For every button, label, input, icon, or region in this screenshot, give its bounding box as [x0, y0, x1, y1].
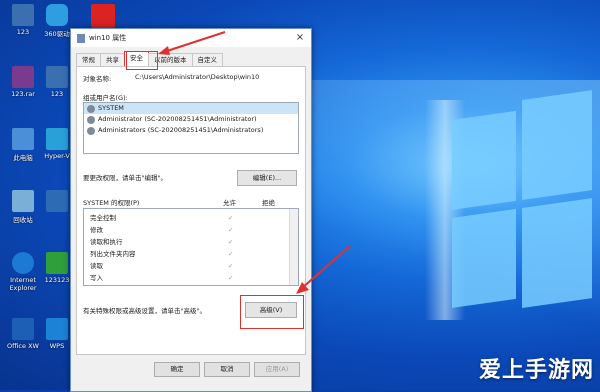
tab-sharing[interactable]: 共享 — [100, 53, 125, 66]
app-icon — [91, 4, 115, 28]
user-item-administrator[interactable]: Administrator (SC-202008251451\Administr… — [84, 114, 298, 125]
ok-button[interactable]: 确定 — [154, 362, 200, 377]
apply-button[interactable]: 应用(A) — [254, 362, 300, 377]
permissions-header: SYSTEM 的权限(P) — [83, 199, 140, 207]
close-button[interactable]: × — [289, 29, 311, 47]
user-group-icon — [87, 104, 95, 113]
folder-icon — [77, 33, 85, 43]
cancel-button[interactable]: 取消 — [204, 362, 250, 377]
perm-row: 读取和执行 ✓ — [90, 238, 234, 246]
watermark: 爱上手游网 — [478, 358, 594, 383]
check-icon: ✓ — [228, 262, 234, 270]
check-icon: ✓ — [228, 274, 234, 282]
perm-row: 完全控制 ✓ — [90, 214, 234, 222]
perm-row: 列出文件夹内容 ✓ — [90, 250, 234, 258]
perm-row: 写入 ✓ — [90, 274, 234, 282]
user-icon — [87, 115, 95, 124]
tab-general[interactable]: 常规 — [76, 53, 101, 66]
perm-row: 读取 ✓ — [90, 262, 234, 270]
app-icon — [46, 4, 68, 26]
object-name-value: C:\Users\Administrator\Desktop\win10 — [135, 73, 260, 81]
properties-dialog: win10 属性 × 常规 共享 安全 以前的版本 自定义 对象名称: C:\U… — [70, 28, 312, 392]
user-item-system[interactable]: SYSTEM — [84, 103, 298, 114]
arrow-to-security-tab — [158, 31, 226, 55]
permissions-list: 完全控制 ✓ 修改 ✓ 读取和执行 ✓ 列出文件夹内容 ✓ 读取 ✓ 写入 ✓ — [83, 208, 299, 286]
users-listbox[interactable]: SYSTEM Administrator (SC-202008251451\Ad… — [83, 102, 299, 154]
check-icon: ✓ — [228, 238, 234, 246]
allow-header: 允许 — [223, 199, 236, 207]
security-panel: 对象名称: C:\Users\Administrator\Desktop\win… — [76, 66, 306, 355]
object-name-label: 对象名称: — [83, 75, 112, 83]
desktop-icon-driver[interactable] — [76, 4, 130, 30]
dialog-title: win10 属性 — [89, 34, 127, 42]
deny-header: 拒绝 — [262, 199, 275, 207]
spreadsheet-icon — [46, 252, 68, 274]
group-users-label: 组或用户名(G): — [83, 94, 128, 102]
arrow-to-advanced — [296, 245, 351, 294]
check-icon: ✓ — [228, 214, 234, 222]
app-icon — [46, 128, 68, 150]
user-item-administrators[interactable]: Administrators (SC-202008251451\Administ… — [84, 125, 298, 136]
advanced-highlight — [240, 295, 304, 329]
advanced-hint: 有关特殊权限或高级设置，请单击"高级"。 — [83, 307, 206, 315]
user-group-icon — [87, 126, 95, 135]
check-icon: ✓ — [228, 226, 234, 234]
wps-icon — [46, 318, 68, 340]
edit-button[interactable]: 编辑(E)... — [237, 170, 297, 186]
perm-row: 修改 ✓ — [90, 226, 234, 234]
change-hint: 要更改权限，请单击"编辑"。 — [83, 174, 167, 182]
check-icon: ✓ — [228, 250, 234, 258]
folder-icon — [46, 66, 68, 88]
windows-logo — [452, 90, 592, 320]
app-icon — [46, 190, 68, 212]
